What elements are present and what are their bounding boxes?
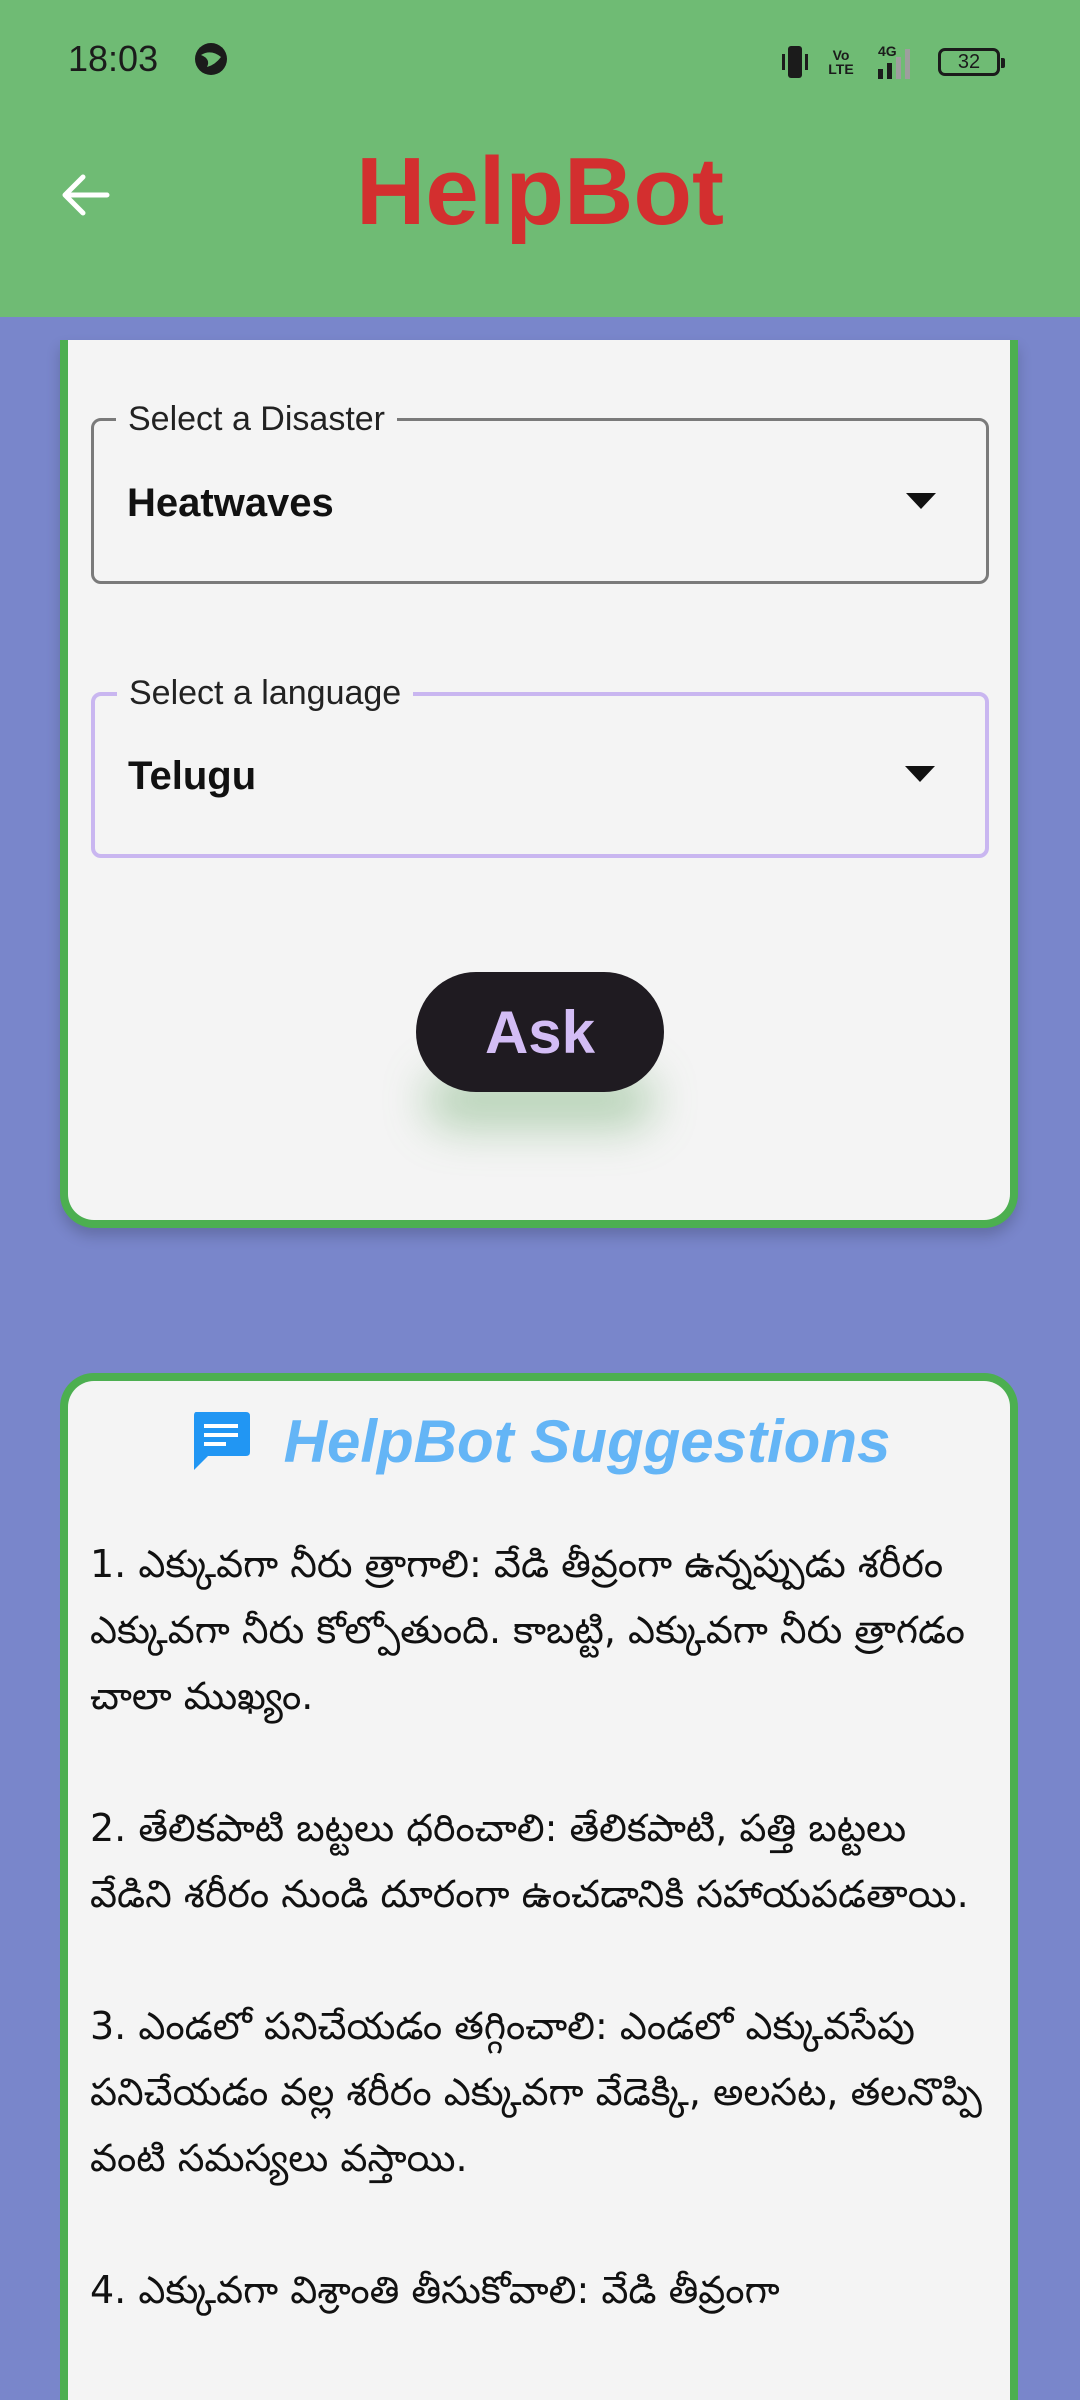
app-header: 18:03 Vo LTE 4G 32 HelpBot xyxy=(0,0,1080,317)
vibrate-icon xyxy=(782,46,808,78)
status-bar: 18:03 Vo LTE 4G 32 xyxy=(0,30,1080,94)
volte-icon: Vo LTE xyxy=(828,47,854,77)
disaster-dropdown-label: Select a Disaster xyxy=(116,395,397,443)
suggestions-card: HelpBot Suggestions 1. ఎక్కువగా నీరు త్ర… xyxy=(60,1373,1018,2400)
suggestion-item: 2. తేలికపాటి బట్టలు ధరించాలి: తేలికపాటి,… xyxy=(90,1806,969,1916)
suggestions-title: HelpBot Suggestions xyxy=(283,1407,891,1475)
signal-4g-label: 4G xyxy=(878,43,897,59)
suggestion-item: 1. ఎక్కువగా నీరు త్రాగాలి: వేడి తీవ్రంగా… xyxy=(90,1542,965,1718)
page-title: HelpBot xyxy=(356,138,724,245)
language-dropdown-value: Telugu xyxy=(128,754,257,798)
battery-level: 32 xyxy=(957,51,981,73)
suggestions-list: 1. ఎక్కువగా నీరు త్రాగాలి: వేడి తీవ్రంగా… xyxy=(90,1531,990,2389)
suggestions-header: HelpBot Suggestions xyxy=(68,1401,1010,1481)
signal-icon: 4G xyxy=(878,43,910,79)
chat-bubble-icon xyxy=(193,1412,250,1470)
disaster-dropdown-value: Heatwaves xyxy=(127,481,334,525)
ask-button[interactable]: Ask xyxy=(416,972,664,1092)
language-dropdown[interactable]: Select a language Telugu xyxy=(91,669,989,858)
battery-icon: 32 xyxy=(938,48,1005,76)
status-indicators: Vo LTE 4G 32 xyxy=(780,42,1005,82)
ask-button-wrapper: Ask xyxy=(416,972,664,1128)
language-dropdown-label: Select a language xyxy=(117,669,414,717)
app-notification-icon xyxy=(195,43,227,75)
dropdown-arrow-icon xyxy=(906,493,936,509)
status-time: 18:03 xyxy=(68,38,159,79)
suggestion-item: 4. ఎక్కువగా విశ్రాంతి తీసుకోవాలి: వేడి త… xyxy=(90,2268,780,2312)
dropdown-arrow-icon xyxy=(905,766,935,782)
query-card: Select a Disaster Heatwaves Select a lan… xyxy=(60,340,1018,1228)
disaster-dropdown[interactable]: Select a Disaster Heatwaves xyxy=(91,395,989,584)
suggestion-item: 3. ఎండలో పనిచేయడం తగ్గించాలి: ఎండలో ఎక్క… xyxy=(90,2004,982,2180)
